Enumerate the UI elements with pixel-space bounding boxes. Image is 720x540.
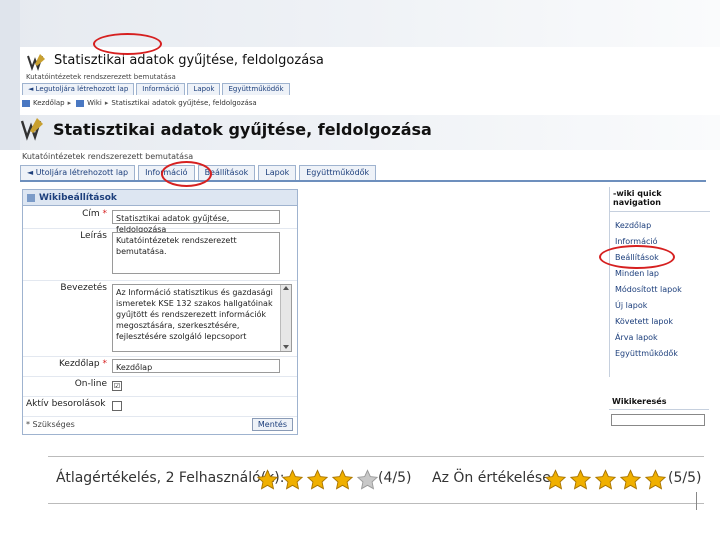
panel-header-label: Wikibeállítások [39,192,117,203]
top-tab-bar: ◄ Legutoljára létrehozott lap Információ… [22,83,292,95]
wiki-search: Wikikeresés [609,396,709,432]
sidebar-item-home[interactable]: Kezdőlap [610,218,710,234]
average-rating-label: Átlagértékelés, 2 Felhasználó(k): [56,470,285,486]
sidebar-header: -wiki quick navigation [610,187,710,212]
intro-textarea[interactable]: Az Információ statisztikus és gazdasági … [112,284,292,352]
your-rating-label: Az Ön értékelése: [432,470,556,486]
required-note: * Szükséges [26,420,75,429]
page-title: Statisztikai adatok gyűjtése, feldolgozá… [53,120,432,139]
breadcrumb-separator: ▸ [67,99,72,107]
star-icon[interactable] [569,469,592,491]
top-tab-collaborators[interactable]: Együttműködők [222,83,290,95]
your-rating-score: (5/5) [668,470,702,486]
sidebar-item-orphan-pages[interactable]: Árva lapok [610,330,710,346]
search-header: Wikikeresés [609,396,709,410]
wiki-icon [76,99,85,107]
scrollbar[interactable] [280,285,291,351]
settings-icon [27,193,35,202]
top-tab-info[interactable]: Információ [136,83,186,95]
highlight-circle-settings-link [599,245,675,269]
scroll-up-icon[interactable] [283,286,289,290]
star-icon [356,469,379,490]
wiki-logo-icon [20,118,43,141]
field-label-online: On-line [74,379,107,389]
top-tab-recent[interactable]: ◄ Legutoljára létrehozott lap [22,83,135,95]
save-button[interactable]: Mentés [251,418,293,431]
breadcrumb: Kezdőlap ▸ Wiki ▸ Statisztikai adatok gy… [20,97,720,109]
panel-footer: * Szükséges Mentés [23,417,297,434]
breadcrumb-item[interactable]: Kezdőlap [33,99,65,107]
form-row-description: Leírás Kutatóintézetek rendszerezett bem… [23,228,297,281]
field-label-title: Cím * [82,209,107,219]
field-label-active-groupings: Aktív besorolások [26,399,106,409]
intro-text: Az Információ statisztikus és gazdasági … [116,288,273,341]
sidebar-item-modified-pages[interactable]: Módosított lapok [610,282,710,298]
homepage-input[interactable]: Kezdőlap [112,359,280,373]
wiki-settings-panel: Wikibeállítások Cím * Statisztikai adato… [22,189,298,435]
scroll-down-icon[interactable] [283,345,289,349]
star-icon[interactable] [594,469,617,491]
search-input[interactable] [611,414,705,426]
divider [696,492,697,510]
highlight-circle-settings-tab [161,161,212,187]
tab-recent[interactable]: ◄ Utoljára létrehozott lap [20,165,136,180]
home-icon [22,99,30,107]
sidebar-item-collaborators[interactable]: Együttműködők [610,346,710,362]
star-icon [306,469,329,490]
breadcrumb-separator: ▸ [104,99,109,107]
star-icon [331,469,354,490]
background-stripe [0,0,20,150]
top-screenshot: Statisztikai adatok gyűjtése, feldolgozá… [20,47,720,115]
wiki-quick-navigation: -wiki quick navigation Kezdőlap Informác… [609,187,710,377]
breadcrumb-item[interactable]: Statisztikai adatok gyűjtése, feldolgozá… [111,99,256,107]
breadcrumb-item[interactable]: Wiki [87,99,102,107]
description-textarea[interactable]: Kutatóintézetek rendszerezett bemutatása… [112,232,280,274]
star-icon [256,469,279,490]
highlight-circle-info-tab [93,33,162,55]
top-tab-pages[interactable]: Lapok [187,83,221,95]
average-rating-stars [256,469,381,491]
rating-bar: Átlagértékelés, 2 Felhasználó(k): (4/5) … [48,456,704,504]
average-rating-score: (4/5) [378,470,412,486]
form-row-active-groupings: Aktív besorolások [23,396,297,417]
title-input[interactable]: Statisztikai adatok gyűjtése, feldolgozá… [112,210,280,234]
sidebar-item-new-pages[interactable]: Új lapok [610,298,710,314]
field-label-homepage: Kezdőlap * [58,359,107,369]
top-page-subtitle: Kutatóintézetek rendszerezett bemutatása [26,73,176,81]
your-rating-stars [544,469,669,491]
form-row-online: On-line ☑ [23,376,297,397]
form-row-title: Cím * Statisztikai adatok gyűjtése, feld… [23,206,297,234]
tab-pages[interactable]: Lapok [258,165,297,180]
form-row-homepage: Kezdőlap * Kezdőlap [23,356,297,377]
sidebar-item-followed-pages[interactable]: Követett lapok [610,314,710,330]
tab-divider [20,180,706,182]
star-icon[interactable] [544,469,567,491]
panel-header: Wikibeállítások [23,190,297,206]
star-icon[interactable] [619,469,642,491]
wiki-logo-icon [27,54,45,71]
form-row-intro: Bevezetés Az Információ statisztikus és … [23,280,297,357]
page-subtitle: Kutatóintézetek rendszerezett bemutatása [22,152,194,161]
tab-collaborators[interactable]: Együttműködők [299,165,377,180]
field-label-description: Leírás [80,231,107,241]
online-checkbox[interactable]: ☑ [112,381,122,391]
star-icon[interactable] [644,469,667,491]
field-label-intro: Bevezetés [60,283,107,293]
top-page-title: Statisztikai adatok gyűjtése, feldolgozá… [54,53,324,68]
star-icon [281,469,304,490]
active-groupings-checkbox[interactable] [112,401,122,411]
